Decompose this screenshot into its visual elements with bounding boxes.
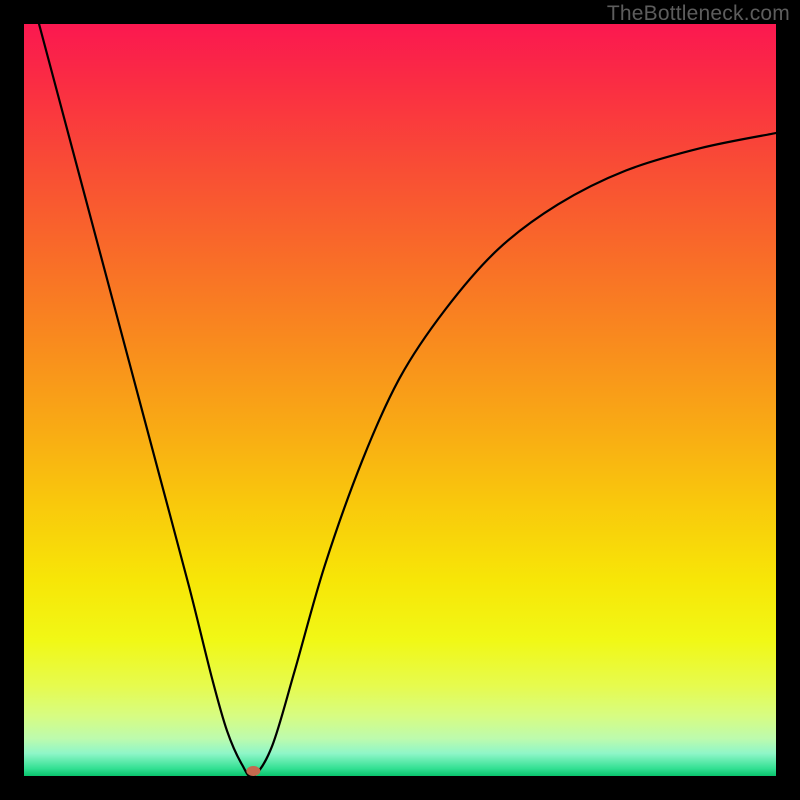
minimum-marker <box>246 766 260 776</box>
watermark-text: TheBottleneck.com <box>607 2 790 26</box>
curve-svg <box>24 24 776 776</box>
plot-area <box>24 24 776 776</box>
chart-frame: TheBottleneck.com <box>0 0 800 800</box>
bottleneck-curve <box>39 24 776 776</box>
